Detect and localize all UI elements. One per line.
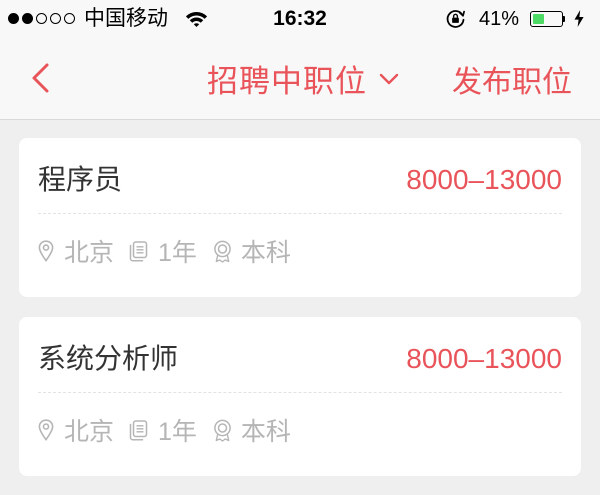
medal-icon <box>214 240 231 263</box>
chevron-left-icon <box>32 63 49 93</box>
wifi-icon <box>185 12 208 27</box>
navigation-bar: 招聘中职位 发布职位 <box>0 38 600 120</box>
job-list: 程序员 8000–13000 北京 1年 本科 系统分析师 8000–13000… <box>0 120 600 495</box>
job-card[interactable]: 程序员 8000–13000 北京 1年 本科 <box>19 138 581 297</box>
signal-dot <box>64 13 75 24</box>
screen: 中国移动 16:32 41% 招聘中职位 发布职位 程序员 8000–13000… <box>0 0 600 495</box>
job-location-text: 北京 <box>64 239 115 267</box>
job-education-text: 本科 <box>240 239 291 267</box>
job-experience-text: 1年 <box>158 239 197 267</box>
card-divider <box>38 213 562 214</box>
rotation-lock-icon <box>446 10 465 28</box>
document-icon <box>129 240 148 261</box>
battery-level-fill <box>533 14 545 24</box>
job-location: 北京 <box>38 233 114 269</box>
job-meta: 北京 1年 本科 <box>38 413 306 447</box>
job-title: 系统分析师 <box>38 343 179 374</box>
card-divider <box>38 392 562 393</box>
nav-title: 招聘中职位 <box>207 64 367 99</box>
status-bar: 中国移动 16:32 41% <box>0 0 600 38</box>
location-pin-icon <box>38 419 54 441</box>
job-education-text: 本科 <box>240 418 291 446</box>
back-button[interactable] <box>26 60 54 96</box>
job-education: 本科 <box>212 233 291 269</box>
signal-dot <box>50 13 61 24</box>
publish-job-button[interactable]: 发布职位 <box>452 38 572 119</box>
medal-icon <box>214 419 231 442</box>
job-salary: 8000–13000 <box>406 164 562 195</box>
job-experience-text: 1年 <box>158 418 197 446</box>
document-icon <box>129 419 148 440</box>
battery-percent: 41% <box>479 8 520 30</box>
signal-dot <box>8 13 19 24</box>
chevron-down-icon <box>379 73 399 84</box>
charging-bolt-icon <box>574 10 584 27</box>
signal-dot <box>36 13 47 24</box>
battery-terminal <box>563 16 565 22</box>
job-status-dropdown[interactable]: 招聘中职位 <box>196 38 410 119</box>
carrier-name: 中国移动 <box>84 7 168 30</box>
job-experience: 1年 <box>129 412 197 448</box>
signal-strength-indicator <box>8 13 75 24</box>
status-time: 16:32 <box>273 7 327 30</box>
job-location: 北京 <box>38 412 114 448</box>
job-location-text: 北京 <box>64 418 115 446</box>
battery-icon <box>530 11 563 27</box>
job-card[interactable]: 系统分析师 8000–13000 北京 1年 本科 <box>19 317 581 476</box>
job-experience: 1年 <box>129 233 197 269</box>
job-salary: 8000–13000 <box>406 343 562 374</box>
job-title: 程序员 <box>38 164 123 195</box>
location-pin-icon <box>38 240 54 262</box>
job-education: 本科 <box>212 412 291 448</box>
job-meta: 北京 1年 本科 <box>38 234 306 268</box>
signal-dot <box>22 13 33 24</box>
